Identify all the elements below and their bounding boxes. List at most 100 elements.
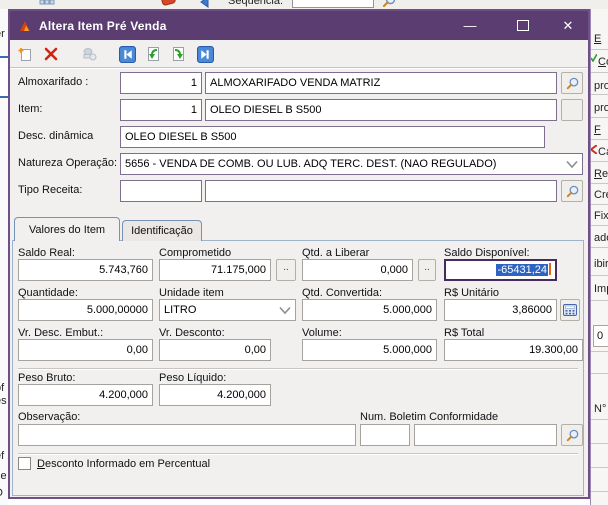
calculator-icon xyxy=(563,304,577,316)
tab-valores-do-item[interactable]: Valores do Item xyxy=(14,217,120,241)
tipo-receita-search-button[interactable] xyxy=(561,180,583,202)
app-logo-icon xyxy=(18,19,32,33)
eraser-icon[interactable] xyxy=(158,0,180,9)
num-boletim-code-field[interactable] xyxy=(360,424,410,446)
comprometido-field[interactable]: 71.175,000 xyxy=(159,259,271,281)
bg-button-fragment[interactable]: proj xyxy=(594,80,608,92)
red-x-icon xyxy=(591,145,597,154)
bg-button-fragment[interactable]: E xyxy=(594,33,601,45)
num-boletim-label: Num. Boletim Conformidade xyxy=(360,411,498,423)
rs-unitario-label: R$ Unitário xyxy=(444,287,499,299)
sequencia-field[interactable]: 54812 xyxy=(292,0,374,8)
bg-button-fragment[interactable]: ados xyxy=(594,232,608,244)
volume-field[interactable]: 5.000,000 xyxy=(302,339,437,361)
prior-record-icon[interactable] xyxy=(142,43,164,65)
tipo-receita-code-field[interactable] xyxy=(120,180,202,202)
bg-button-fragment[interactable]: Fixa xyxy=(594,210,608,222)
vr-desc-embut-label: Vr. Desc. Embut.: xyxy=(18,327,103,339)
bg-button-fragment[interactable]: ibir xyxy=(594,258,608,270)
background-right-strip: E Co proj prov F Ca Rent Créd Fixa ados … xyxy=(590,9,608,505)
dialog-titlebar[interactable]: Altera Item Pré Venda xyxy=(10,11,588,40)
left-fragment: er xyxy=(0,28,5,40)
peso-liquido-label: Peso Líquido: xyxy=(159,372,226,384)
almoxarifado-label: Almoxarifado : xyxy=(18,76,88,88)
qtd-convertida-label: Qtd. Convertida: xyxy=(302,287,382,299)
dialog-title: Altera Item Pré Venda xyxy=(39,19,167,33)
qtd-convertida-field[interactable]: 5.000,000 xyxy=(302,299,437,321)
new-record-icon[interactable] xyxy=(14,43,36,65)
check-icon xyxy=(591,54,597,62)
rs-unitario-field[interactable]: 3,86000 xyxy=(444,299,557,321)
rs-total-label: R$ Total xyxy=(444,327,484,339)
almoxarifado-code-field[interactable]: 1 xyxy=(120,72,202,94)
natureza-operacao-dropdown[interactable]: 5656 - VENDA DE COMB. OU LUB. ADQ TERC. … xyxy=(120,153,583,175)
quantidade-label: Quantidade: xyxy=(18,287,78,299)
comprometido-detail-button[interactable]: .. xyxy=(276,259,296,281)
observacao-label: Observação: xyxy=(18,411,80,423)
nav-arrow-icon[interactable] xyxy=(193,0,215,9)
background-left-strip: er of es ef D se xyxy=(0,9,8,505)
desc-dinamica-field[interactable]: OLEO DIESEL B S500 xyxy=(120,126,545,148)
unidade-item-dropdown[interactable]: LITRO xyxy=(159,299,296,321)
bg-button-fragment[interactable]: Rent xyxy=(594,168,608,180)
desc-dinamica-label: Desc. dinâmica xyxy=(18,130,93,142)
left-fragment: es xyxy=(0,395,7,407)
natureza-operacao-value: 5656 - VENDA DE COMB. OU LUB. ADQ TERC. … xyxy=(125,158,496,170)
search-icon[interactable] xyxy=(378,0,400,9)
vr-desconto-field[interactable]: 0,00 xyxy=(159,339,271,361)
calculator-button[interactable] xyxy=(560,299,580,321)
tipo-receita-name-field[interactable] xyxy=(205,180,557,202)
last-record-icon[interactable] xyxy=(194,43,216,65)
left-fragment: of xyxy=(0,382,4,394)
first-record-icon[interactable] xyxy=(116,43,138,65)
qtd-a-liberar-detail-button[interactable]: .. xyxy=(418,259,436,281)
bg-button-fragment[interactable]: Imp xyxy=(594,283,608,295)
comprometido-label: Comprometido xyxy=(159,247,231,259)
unidade-item-value: LITRO xyxy=(164,304,196,316)
grid-icon[interactable] xyxy=(36,0,58,9)
almoxarifado-name-field[interactable]: ALMOXARIFADO VENDA MATRIZ xyxy=(205,72,557,94)
unidade-item-label: Unidade item xyxy=(159,287,224,299)
item-code-field[interactable]: 1 xyxy=(120,99,202,121)
almoxarifado-search-button[interactable] xyxy=(561,72,583,94)
minimize-button[interactable]: — xyxy=(455,11,485,40)
desconto-percentual-checkbox[interactable] xyxy=(18,457,31,470)
delete-record-icon[interactable] xyxy=(40,43,62,65)
saldo-real-field[interactable]: 5.743,760 xyxy=(18,259,153,281)
rs-total-field[interactable]: 19.300,00 xyxy=(444,339,583,361)
qtd-a-liberar-label: Qtd. a Liberar xyxy=(302,247,369,259)
bg-button-fragment[interactable]: prov xyxy=(594,102,608,114)
saldo-disponivel-label: Saldo Disponível: xyxy=(444,247,530,259)
focused-element-fragment xyxy=(0,56,8,98)
volume-label: Volume: xyxy=(302,327,342,339)
maximize-button[interactable] xyxy=(508,11,538,40)
item-name-field[interactable]: OLEO DIESEL B S500 xyxy=(205,99,557,121)
num-boletim-search-button[interactable] xyxy=(561,424,583,446)
saldo-real-label: Saldo Real: xyxy=(18,247,75,259)
vr-desc-embut-field[interactable]: 0,00 xyxy=(18,339,153,361)
search-icon xyxy=(565,76,580,91)
close-button[interactable]: ✕ xyxy=(553,11,583,40)
bg-button-fragment[interactable]: F xyxy=(594,124,601,136)
bg-button-fragment[interactable]: Ca xyxy=(598,146,608,158)
next-record-icon[interactable] xyxy=(168,43,190,65)
saldo-disponivel-field[interactable]: -65431,24 xyxy=(444,259,557,281)
observacao-field[interactable] xyxy=(18,424,356,446)
peso-liquido-field[interactable]: 4.200,000 xyxy=(159,384,271,406)
dots-label: .. xyxy=(283,263,289,277)
qtd-a-liberar-field[interactable]: 0,000 xyxy=(302,259,413,281)
num-boletim-field[interactable] xyxy=(414,424,557,446)
text-caret xyxy=(549,263,551,275)
item-label: Item: xyxy=(18,103,42,115)
desconto-percentual-label: Desconto Informado em Percentual xyxy=(37,458,210,470)
tab-identificacao[interactable]: Identificação xyxy=(122,220,202,241)
quantidade-field[interactable]: 5.000,00000 xyxy=(18,299,153,321)
item-blank-button xyxy=(561,99,583,121)
natureza-operacao-label: Natureza Operação: xyxy=(18,157,117,169)
bg-button-fragment[interactable]: Créd xyxy=(594,189,608,201)
left-fragment: ef xyxy=(0,450,4,462)
background-top-toolbar: Sequência: 54812 xyxy=(0,0,608,9)
selected-text: -65431,24 xyxy=(496,264,548,276)
bg-button-fragment[interactable]: Co xyxy=(598,56,608,68)
peso-bruto-field[interactable]: 4.200,000 xyxy=(18,384,153,406)
